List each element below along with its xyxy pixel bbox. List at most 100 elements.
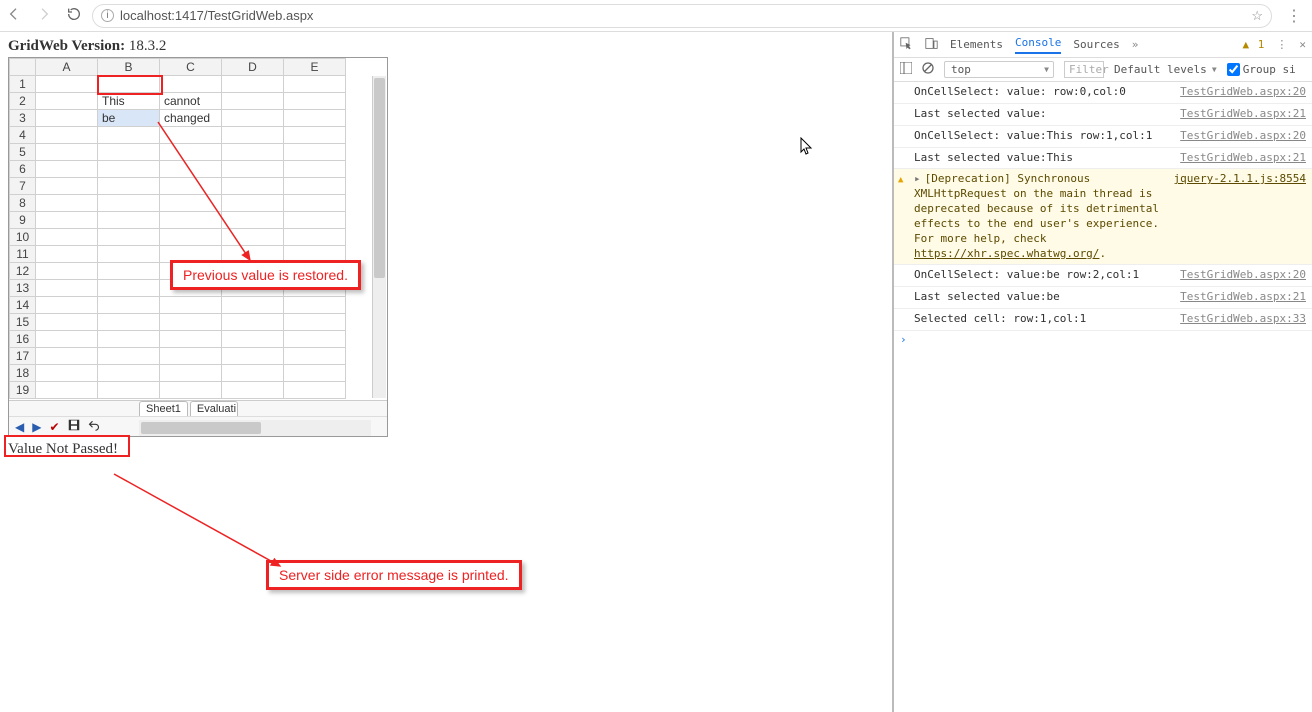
- cell[interactable]: This: [98, 93, 160, 110]
- star-icon[interactable]: ☆: [1251, 8, 1263, 24]
- cell[interactable]: [36, 280, 98, 297]
- undo-icon[interactable]: [88, 419, 100, 434]
- cell[interactable]: [222, 382, 284, 399]
- menu-icon[interactable]: ⋮: [1282, 6, 1306, 26]
- cell[interactable]: [36, 314, 98, 331]
- cell[interactable]: [36, 331, 98, 348]
- forward-button[interactable]: [36, 6, 52, 25]
- cell[interactable]: [36, 93, 98, 110]
- cell[interactable]: [98, 263, 160, 280]
- cell[interactable]: [160, 178, 222, 195]
- cell[interactable]: [222, 195, 284, 212]
- row-header[interactable]: 2: [10, 93, 36, 110]
- log-source-link[interactable]: jquery-2.1.1.js:8554: [1174, 172, 1306, 187]
- cell[interactable]: [98, 280, 160, 297]
- cell[interactable]: [98, 229, 160, 246]
- context-selector[interactable]: top: [944, 61, 1054, 78]
- filter-input[interactable]: Filter: [1064, 61, 1104, 78]
- horizontal-scrollbar[interactable]: [139, 420, 371, 436]
- cell[interactable]: [222, 314, 284, 331]
- spreadsheet[interactable]: ABCDE 12Thiscannot3bechanged456789101112…: [9, 58, 346, 399]
- cell[interactable]: [36, 365, 98, 382]
- row-header[interactable]: 1: [10, 76, 36, 93]
- cell[interactable]: [160, 144, 222, 161]
- cell[interactable]: [36, 127, 98, 144]
- cell[interactable]: [36, 382, 98, 399]
- cell[interactable]: [36, 76, 98, 93]
- cell[interactable]: [284, 110, 346, 127]
- row-header[interactable]: 6: [10, 161, 36, 178]
- log-source-link[interactable]: TestGridWeb.aspx:33: [1180, 312, 1306, 327]
- cell[interactable]: [222, 297, 284, 314]
- device-icon[interactable]: [925, 37, 938, 53]
- cell[interactable]: [160, 76, 222, 93]
- cell[interactable]: [284, 212, 346, 229]
- tab-elements[interactable]: Elements: [950, 38, 1003, 51]
- cell[interactable]: [222, 110, 284, 127]
- inspect-icon[interactable]: [900, 37, 913, 53]
- cell[interactable]: [222, 178, 284, 195]
- column-header[interactable]: C: [160, 59, 222, 76]
- cell[interactable]: [36, 246, 98, 263]
- cell[interactable]: [284, 144, 346, 161]
- corner-cell[interactable]: [10, 59, 36, 76]
- log-source-link[interactable]: TestGridWeb.aspx:21: [1180, 151, 1306, 166]
- cell[interactable]: [98, 212, 160, 229]
- group-checkbox[interactable]: [1227, 63, 1240, 76]
- row-header[interactable]: 9: [10, 212, 36, 229]
- row-header[interactable]: 14: [10, 297, 36, 314]
- nav-next-icon[interactable]: ▶: [32, 420, 41, 434]
- commit-icon[interactable]: ✔: [49, 420, 59, 434]
- row-header[interactable]: 3: [10, 110, 36, 127]
- cell[interactable]: [222, 127, 284, 144]
- cell[interactable]: [284, 365, 346, 382]
- nav-first-icon[interactable]: ◀: [15, 420, 24, 434]
- cell[interactable]: [222, 365, 284, 382]
- column-header[interactable]: A: [36, 59, 98, 76]
- cell[interactable]: be: [98, 110, 160, 127]
- log-source-link[interactable]: TestGridWeb.aspx:20: [1180, 129, 1306, 144]
- cell[interactable]: [160, 229, 222, 246]
- cell[interactable]: [284, 127, 346, 144]
- cell[interactable]: [160, 161, 222, 178]
- tab-sources[interactable]: Sources: [1073, 38, 1119, 51]
- save-icon[interactable]: [68, 419, 80, 434]
- cell[interactable]: [284, 348, 346, 365]
- devtools-close-icon[interactable]: ✕: [1299, 38, 1306, 51]
- log-source-link[interactable]: TestGridWeb.aspx:21: [1180, 290, 1306, 305]
- cell[interactable]: [284, 76, 346, 93]
- cell[interactable]: [222, 161, 284, 178]
- cell[interactable]: [160, 365, 222, 382]
- column-header[interactable]: D: [222, 59, 284, 76]
- cell[interactable]: [36, 212, 98, 229]
- cell[interactable]: [284, 178, 346, 195]
- more-tabs-icon[interactable]: »: [1132, 38, 1139, 51]
- row-header[interactable]: 15: [10, 314, 36, 331]
- column-header[interactable]: E: [284, 59, 346, 76]
- cell[interactable]: [98, 365, 160, 382]
- cell[interactable]: [160, 212, 222, 229]
- cell[interactable]: [222, 76, 284, 93]
- cell[interactable]: [222, 144, 284, 161]
- row-header[interactable]: 16: [10, 331, 36, 348]
- cell[interactable]: [160, 331, 222, 348]
- console-prompt[interactable]: ›: [894, 331, 1312, 348]
- cell[interactable]: [284, 382, 346, 399]
- row-header[interactable]: 12: [10, 263, 36, 280]
- cell[interactable]: [98, 314, 160, 331]
- cell[interactable]: [160, 195, 222, 212]
- cell[interactable]: [36, 110, 98, 127]
- cell[interactable]: [98, 161, 160, 178]
- cell[interactable]: [98, 348, 160, 365]
- cell[interactable]: [36, 144, 98, 161]
- cell[interactable]: [36, 178, 98, 195]
- sheet-tab[interactable]: Evaluati: [190, 401, 238, 416]
- row-header[interactable]: 17: [10, 348, 36, 365]
- cell[interactable]: [222, 212, 284, 229]
- cell[interactable]: [160, 382, 222, 399]
- sheet-tab[interactable]: Sheet1: [139, 401, 188, 416]
- row-header[interactable]: 11: [10, 246, 36, 263]
- cell[interactable]: [222, 331, 284, 348]
- cell[interactable]: [98, 76, 160, 93]
- clear-console-icon[interactable]: [922, 62, 934, 77]
